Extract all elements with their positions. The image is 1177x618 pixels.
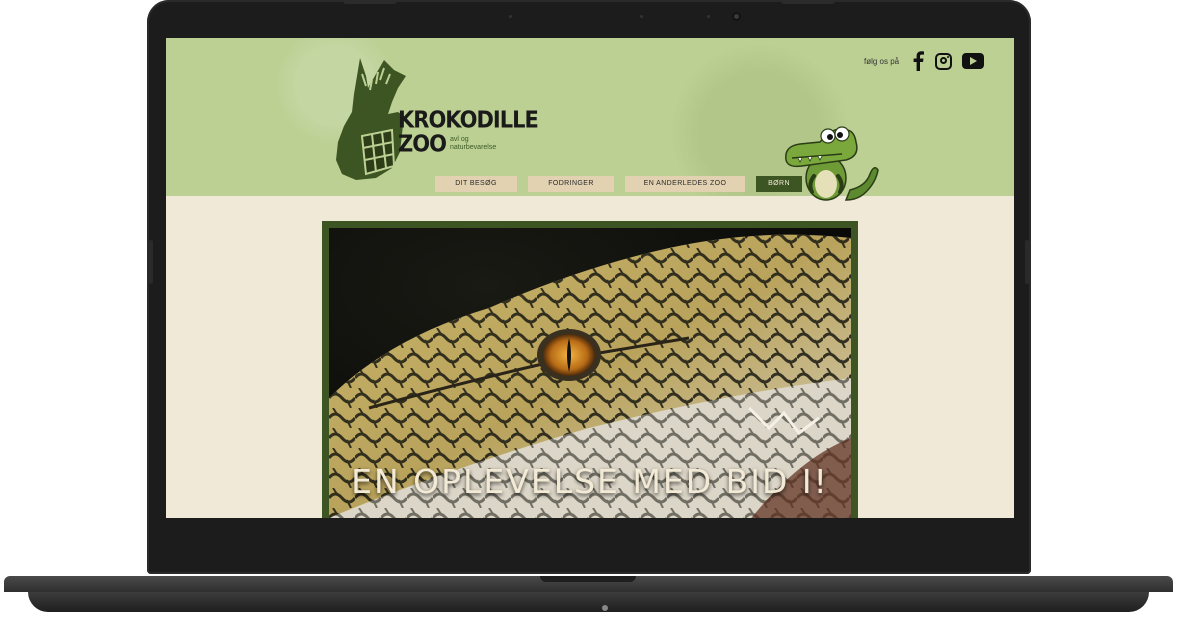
facebook-icon[interactable] bbox=[911, 51, 925, 71]
nav-en-anderledes-zoo[interactable]: EN ANDERLEDES ZOO bbox=[625, 176, 745, 192]
nav-dit-besog[interactable]: DIT BESØG bbox=[435, 176, 517, 192]
crocodile-photo: EN OPLEVELSE MED BID I! bbox=[329, 228, 851, 518]
hero-title: EN OPLEVELSE MED BID I! bbox=[351, 462, 829, 501]
youtube-icon[interactable] bbox=[962, 53, 985, 69]
sensor bbox=[640, 15, 643, 18]
logo[interactable]: KROKODILLE ZOO avl og naturbevarelse bbox=[332, 56, 539, 186]
logo-text: KROKODILLE ZOO avl og naturbevarelse bbox=[398, 106, 539, 158]
side-button bbox=[149, 240, 153, 284]
follow-label: følg os på bbox=[864, 56, 900, 66]
instagram-icon[interactable] bbox=[935, 52, 953, 70]
hero-banner: EN OPLEVELSE MED BID I! bbox=[322, 221, 858, 518]
site-header: følg os på KROKODILLE ZOO avl og naturbe… bbox=[166, 38, 1014, 201]
bezel-bump bbox=[781, 0, 835, 4]
sensor bbox=[509, 15, 512, 18]
social-links: følg os på bbox=[864, 50, 985, 72]
laptop-notch bbox=[540, 576, 636, 582]
logo-zoo: ZOO bbox=[398, 130, 447, 158]
webcam bbox=[732, 12, 741, 21]
website-screen: følg os på KROKODILLE ZOO avl og naturbe… bbox=[166, 38, 1014, 518]
laptop-base bbox=[0, 572, 1177, 618]
laptop-indicator bbox=[602, 605, 608, 611]
bezel-bump bbox=[343, 0, 397, 4]
sensor bbox=[707, 15, 710, 18]
crocodile-mascot-icon bbox=[785, 126, 879, 201]
logo-name: KROKODILLE bbox=[398, 106, 539, 134]
nav-fodringer[interactable]: FODRINGER bbox=[528, 176, 614, 192]
side-button bbox=[1025, 240, 1029, 284]
laptop-underside bbox=[28, 592, 1149, 612]
logo-tagline: avl og naturbevarelse bbox=[449, 136, 497, 151]
